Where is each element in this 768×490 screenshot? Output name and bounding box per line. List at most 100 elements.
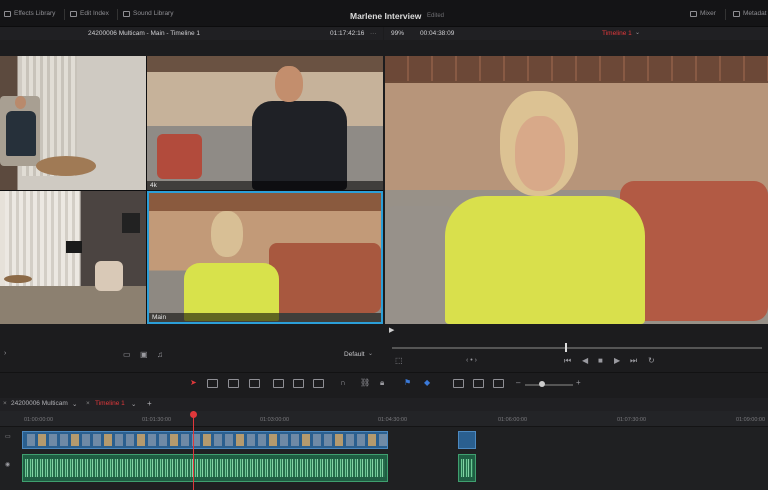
ruler-label: 01:06:00:00 (498, 417, 528, 423)
source-viewer-header: 24200006 Multicam - Main - Timeline 1 01… (0, 27, 383, 40)
snapping-icon[interactable]: ∩ (340, 378, 346, 387)
edit-index-label: Edit Index (80, 10, 109, 17)
timeline-duration: 00:04:38:09 (420, 30, 455, 37)
flag-icon[interactable]: ⚑ (404, 378, 411, 387)
clip-thumbnail (258, 434, 266, 446)
tab-timeline[interactable]: Timeline 1 (95, 400, 125, 407)
metadata-button[interactable]: Metadat (733, 10, 767, 17)
clip-thumbnail (60, 434, 68, 446)
divider (64, 9, 65, 20)
angle-3[interactable] (0, 191, 146, 324)
tv-screen (122, 213, 140, 233)
add-tab-button[interactable]: + (147, 399, 152, 408)
skip-forward-icon[interactable]: ⏭ (630, 356, 637, 366)
tab-multicam[interactable]: 24200006 Multicam (11, 400, 68, 407)
ruler-label: 01:04:30:00 (378, 417, 408, 423)
link-icon[interactable]: ⛓ (360, 378, 370, 387)
cushion (157, 134, 202, 179)
lock-icon[interactable]: 🔒︎ (380, 378, 384, 388)
zoom-level[interactable]: 99% (391, 30, 404, 37)
ruler-label: 01:01:30:00 (142, 417, 172, 423)
chevron-down-icon[interactable]: ⌄ (368, 350, 373, 357)
replace-clip-icon[interactable] (313, 379, 324, 388)
audio-clip[interactable] (22, 454, 388, 482)
record-viewer[interactable] (385, 56, 768, 324)
person-figure (95, 261, 123, 291)
timeline-selector[interactable]: Timeline 1 (602, 30, 632, 37)
overwrite-clip-icon[interactable] (293, 379, 304, 388)
clip-thumbnail (368, 434, 376, 446)
floor (0, 286, 146, 324)
zoom-out-icon[interactable]: – (516, 378, 520, 387)
mixer-button[interactable]: Mixer (690, 10, 716, 17)
angle-2[interactable]: 4k (147, 56, 383, 190)
effects-library-button[interactable]: Effects Library (4, 10, 55, 17)
zoom-in-icon[interactable]: + (576, 378, 581, 387)
insert-clip-icon[interactable] (273, 379, 284, 388)
zoom-full-icon[interactable] (453, 379, 464, 388)
clip-thumbnail (93, 434, 101, 446)
sound-library-button[interactable]: Sound Library (123, 10, 173, 17)
trim-tool-icon[interactable] (207, 379, 218, 388)
video-clip[interactable] (22, 431, 388, 449)
video-clip[interactable] (458, 431, 476, 449)
close-tab-icon[interactable]: × (3, 400, 7, 407)
marker-icon[interactable]: ◆ (424, 378, 430, 387)
blade-tool-icon[interactable] (249, 379, 260, 388)
chevron-down-icon[interactable]: ⌄ (635, 29, 640, 36)
playhead[interactable] (193, 411, 194, 490)
clip-thumbnail (203, 434, 211, 446)
selection-tool-icon[interactable]: ➤ (190, 378, 197, 387)
metadata-icon (733, 10, 740, 17)
clip-thumbnail (137, 434, 145, 446)
video-audio-icon[interactable]: ▣ (140, 350, 148, 359)
person-face (515, 116, 565, 191)
timecode-ruler[interactable]: 01:00:00:00 01:01:30:00 01:03:00:00 01:0… (0, 411, 768, 427)
scrubber-bar[interactable] (392, 347, 762, 349)
person-figure (6, 111, 36, 156)
prev-next-edit-icon[interactable]: ‹ • › (466, 357, 477, 364)
close-tab-icon[interactable]: × (86, 400, 90, 407)
angle-label: Main (149, 313, 381, 322)
in-marker-icon[interactable]: ▶ (389, 326, 394, 334)
zoom-custom-icon[interactable] (493, 379, 504, 388)
light-stand (66, 241, 82, 253)
clip-thumbnail (170, 434, 178, 446)
audio-track-icon: ◉ (5, 462, 11, 468)
zoom-slider[interactable] (525, 384, 573, 386)
effects-library-label: Effects Library (14, 10, 56, 17)
person-head (275, 66, 303, 102)
clip-thumbnail (346, 434, 354, 446)
preset-select[interactable]: Default (344, 351, 365, 358)
audio-clip[interactable] (458, 454, 476, 482)
chevron-right-icon[interactable]: › (4, 350, 6, 357)
zoom-slider-handle[interactable] (539, 381, 545, 387)
viewer-options-icon[interactable]: ⬚ (395, 356, 403, 365)
timeline-tabs: × 24200006 Multicam ⌄ × Timeline 1 ⌄ + (0, 398, 768, 411)
video-only-icon[interactable]: ▭ (123, 350, 131, 359)
zoom-detail-icon[interactable] (473, 379, 484, 388)
timeline[interactable]: 01:00:00:00 01:01:30:00 01:03:00:00 01:0… (0, 411, 768, 490)
playhead-handle[interactable] (190, 411, 197, 418)
angle-4-selected[interactable]: Main (147, 191, 383, 324)
edit-index-button[interactable]: Edit Index (70, 10, 109, 17)
metadata-label: Metadat (743, 10, 767, 17)
stop-icon[interactable]: ■ (598, 356, 603, 365)
chevron-down-icon[interactable]: ⌄ (72, 400, 77, 408)
clip-thumbnail (335, 434, 343, 446)
angle-1[interactable] (0, 56, 146, 190)
skip-back-icon[interactable]: ⏮ (564, 356, 571, 366)
multicam-viewer[interactable]: 4k Main (0, 56, 383, 324)
chevron-down-icon[interactable]: ⌄ (131, 400, 136, 408)
more-options-button[interactable]: ··· (370, 30, 377, 37)
play-icon[interactable]: ▶ (614, 356, 620, 365)
angle-label: 4k (147, 181, 383, 190)
clip-thumbnail (104, 434, 112, 446)
dynamic-trim-icon[interactable] (228, 379, 239, 388)
scrubber-handle[interactable] (565, 343, 567, 352)
audio-only-icon[interactable]: ♫ (157, 350, 163, 359)
video-track-icon: ▭ (5, 434, 11, 440)
play-reverse-icon[interactable]: ◀ (582, 356, 588, 365)
clip-thumbnail (324, 434, 332, 446)
loop-icon[interactable]: ↻ (648, 356, 655, 365)
